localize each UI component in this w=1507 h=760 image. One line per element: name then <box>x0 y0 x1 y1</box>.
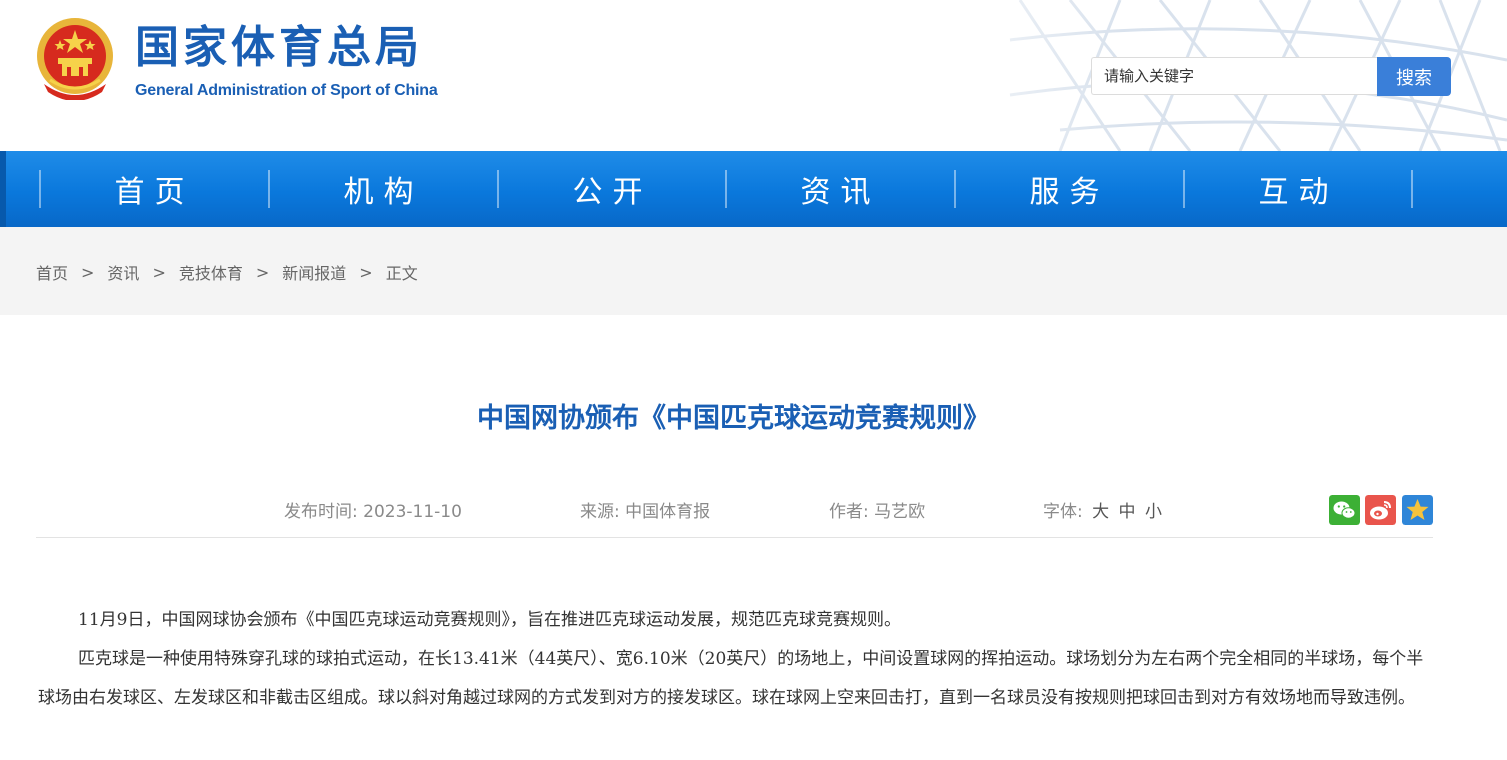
font-size-medium-button[interactable]: 中 <box>1119 502 1136 522</box>
publish-date-label: 发布时间: <box>284 502 358 522</box>
font-size-large-button[interactable]: 大 <box>1092 502 1109 522</box>
source-label: 来源: <box>580 502 620 522</box>
meta-divider <box>36 537 1433 538</box>
site-title[interactable]: 国家体育总局 <box>135 20 423 76</box>
font-size-small-button[interactable]: 小 <box>1145 502 1162 522</box>
article-title: 中国网协颁布《中国匹克球运动竞赛规则》 <box>477 403 990 434</box>
article-body: 11月9日，中国网球协会颁布《中国匹克球运动竞赛规则》，旨在推进匹克球运动发展，… <box>38 601 1438 718</box>
nav-item-news[interactable]: 资讯 <box>726 151 955 227</box>
breadcrumb: 首页 > 资讯 > 竞技体育 > 新闻报道 > 正文 <box>36 260 418 284</box>
article-paragraph: 11月9日，中国网球协会颁布《中国匹克球运动竞赛规则》，旨在推进匹克球运动发展，… <box>78 610 901 630</box>
breadcrumb-separator: > <box>81 262 95 282</box>
search-input[interactable] <box>1091 57 1378 95</box>
weibo-icon[interactable] <box>1365 495 1396 525</box>
breadcrumb-separator: > <box>359 262 373 282</box>
main-nav: 首页 机构 公开 资讯 服务 互动 <box>0 151 1507 227</box>
nav-item-services[interactable]: 服务 <box>955 151 1184 227</box>
nav-item-home[interactable]: 首页 <box>40 151 269 227</box>
nav-edge <box>0 151 6 227</box>
site-subtitle-en: General Administration of Sport of China <box>135 82 438 99</box>
wechat-icon[interactable] <box>1329 495 1360 525</box>
publish-date-value: 2023-11-10 <box>363 502 462 522</box>
breadcrumb-separator: > <box>255 262 270 282</box>
nav-item-interaction[interactable]: 互动 <box>1184 151 1413 227</box>
breadcrumb-current: 正文 <box>385 264 418 283</box>
article-paragraph: 匹克球是一种使用特殊穿孔球的球拍式运动，在长13.41米（44英尺）、宽6.10… <box>38 649 1424 708</box>
breadcrumb-separator: > <box>152 262 166 282</box>
font-size-label: 字体: <box>1043 502 1083 522</box>
nav-separator <box>1411 170 1413 208</box>
breadcrumb-news[interactable]: 资讯 <box>107 260 139 284</box>
publish-date: 发布时间: 2023-11-10 <box>284 499 462 525</box>
source-value: 中国体育报 <box>625 502 711 522</box>
favorite-star-icon[interactable] <box>1402 495 1433 525</box>
source: 来源: 中国体育报 <box>580 499 710 525</box>
breadcrumb-home[interactable]: 首页 <box>36 260 68 284</box>
nav-item-institutions[interactable]: 机构 <box>269 151 498 227</box>
font-size-control: 字体: 大 中 小 <box>1043 499 1162 525</box>
author: 作者: 马艺欧 <box>829 499 925 525</box>
national-emblem-icon <box>37 18 113 100</box>
breadcrumb-news-reports[interactable]: 新闻报道 <box>282 260 346 284</box>
author-label: 作者: <box>829 502 869 522</box>
nav-item-disclosure[interactable]: 公开 <box>498 151 727 227</box>
author-value: 马艺欧 <box>874 502 926 522</box>
breadcrumb-competitive-sports[interactable]: 竞技体育 <box>179 260 243 284</box>
search-button[interactable]: 搜索 <box>1377 57 1451 96</box>
site-header: 国家体育总局 General Administration of Sport o… <box>0 0 1507 151</box>
